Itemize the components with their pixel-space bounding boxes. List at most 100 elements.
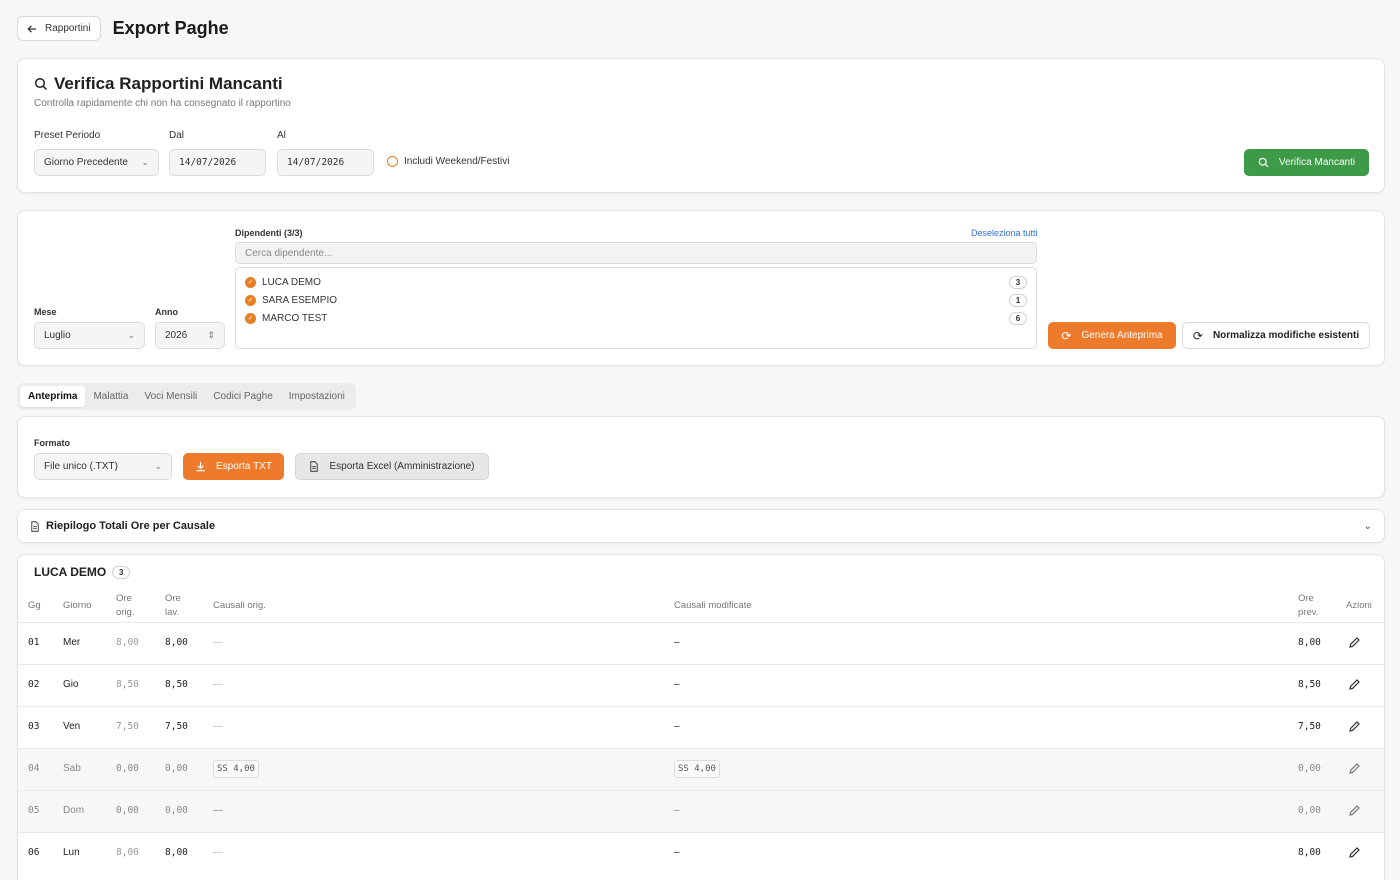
- cell-ore-orig: 8,00: [116, 847, 139, 858]
- cell-ore-lav: 7,50: [165, 721, 188, 732]
- cell-ore-prev: 7,50: [1298, 721, 1321, 732]
- cell-gg: 04: [28, 763, 40, 774]
- top-bar: Rapportini Export Paghe: [17, 16, 229, 41]
- check-icon[interactable]: ✓: [245, 312, 256, 324]
- cell-ore-prev: 0,00: [1298, 763, 1321, 774]
- back-button[interactable]: Rapportini: [17, 16, 101, 41]
- check-icon[interactable]: ✓: [245, 276, 256, 288]
- cell-gg: 03: [28, 721, 40, 732]
- cell-ore-orig: 8,50: [116, 679, 139, 690]
- employee-count-badge: 3: [1009, 275, 1027, 289]
- generate-preview-button[interactable]: ⟳ Genera Anteprima: [1048, 322, 1176, 349]
- weekend-toggle[interactable]: Includi Weekend/Festivi: [387, 156, 509, 167]
- cell-causali-orig: —: [213, 805, 223, 816]
- cell-gg: 01: [28, 637, 40, 648]
- employee-item[interactable]: ✓ MARCO TEST 6: [245, 311, 1027, 325]
- verify-missing-button[interactable]: Verifica Mancanti: [1244, 149, 1369, 176]
- cell-giorno: Gio: [63, 679, 79, 690]
- employee-count-badge: 1: [1009, 293, 1027, 307]
- cell-ore-lav: 0,00: [165, 763, 188, 774]
- cell-causali-mod: –: [674, 847, 680, 858]
- to-date-input[interactable]: 14/07/2026: [277, 149, 374, 176]
- employee-search-input[interactable]: Cerca dipendente...: [235, 242, 1037, 264]
- employee-list: ✓ LUCA DEMO 3 ✓ SARA ESEMPIO 1 ✓ MARCO T…: [235, 267, 1037, 349]
- header-giorno: Giorno: [63, 600, 92, 611]
- year-stepper[interactable]: 2026 ⇕: [155, 322, 225, 349]
- cell-ore-orig: 7,50: [116, 721, 139, 732]
- download-icon: [196, 461, 205, 472]
- cell-causali-orig: —: [213, 847, 223, 858]
- cell-giorno: Ven: [63, 721, 81, 732]
- tab-impostazioni[interactable]: Impostazioni: [281, 386, 353, 407]
- chevron-down-icon[interactable]: ⌄: [1364, 521, 1372, 532]
- weekend-radio[interactable]: [387, 156, 398, 167]
- causale-tag: SS 4,00: [213, 760, 259, 778]
- pencil-icon[interactable]: [1348, 636, 1361, 649]
- verify-title: Verifica Rapportini Mancanti: [34, 74, 283, 94]
- deselect-all-link[interactable]: Deseleziona tutti: [971, 228, 1038, 238]
- header-causali-orig: Causali orig.: [213, 600, 266, 611]
- preset-select[interactable]: Giorno Precedente ⌄: [34, 149, 159, 176]
- selection-card: Mese Luglio ⌄ Anno 2026 ⇕ Dipendenti (3/…: [17, 210, 1385, 366]
- tab-anteprima[interactable]: Anteprima: [20, 386, 86, 407]
- from-label: Dal: [169, 130, 185, 141]
- tab-voci-mensili[interactable]: Voci Mensili: [136, 386, 205, 407]
- employee-table-card: LUCA DEMO 3 Gg Giorno Ore orig. Ore lav. C…: [17, 554, 1385, 880]
- month-label: Mese: [34, 307, 57, 317]
- cell-ore-lav: 8,00: [165, 847, 188, 858]
- cell-causali-mod: –: [674, 637, 680, 648]
- cell-causali-mod: –: [674, 679, 680, 690]
- causale-tag: SS 4,00: [674, 760, 720, 778]
- cell-ore-orig: 8,00: [116, 637, 139, 648]
- employee-count-badge: 6: [1009, 311, 1027, 325]
- cell-causali-mod: –: [674, 721, 680, 732]
- check-icon[interactable]: ✓: [245, 294, 256, 306]
- pencil-icon[interactable]: [1348, 762, 1361, 775]
- summary-toggle[interactable]: Riepilogo Totali Ore per Causale ⌄: [17, 509, 1385, 543]
- cell-causali-orig: —: [213, 679, 223, 690]
- pencil-icon[interactable]: [1348, 678, 1361, 691]
- month-select[interactable]: Luglio ⌄: [34, 322, 145, 349]
- format-label: Formato: [34, 438, 70, 448]
- pencil-icon[interactable]: [1348, 804, 1361, 817]
- header-causali-mod: Causali modificate: [674, 600, 752, 611]
- format-select[interactable]: File unico (.TXT) ⌄: [34, 453, 172, 480]
- cell-giorno: Sab: [63, 763, 81, 774]
- employee-item[interactable]: ✓ SARA ESEMPIO 1: [245, 293, 1027, 307]
- document-icon: [31, 520, 39, 532]
- preset-label: Preset Periodo: [34, 130, 101, 141]
- export-txt-button[interactable]: Esporta TXT: [183, 453, 284, 480]
- cell-ore-lav: 8,00: [165, 637, 188, 648]
- pencil-icon[interactable]: [1348, 720, 1361, 733]
- export-card: Formato File unico (.TXT) ⌄ Esporta TXT …: [17, 416, 1385, 498]
- tab-malattia[interactable]: Malattia: [85, 386, 136, 407]
- cell-giorno: Mer: [63, 637, 81, 648]
- export-excel-button[interactable]: Esporta Excel (Amministrazione): [295, 453, 489, 480]
- normalize-button[interactable]: ⟳ Normalizza modifiche esistenti: [1182, 322, 1370, 349]
- cell-gg: 02: [28, 679, 40, 690]
- summary-title: Riepilogo Totali Ore per Causale: [46, 520, 216, 532]
- header-azioni: Azioni: [1346, 600, 1372, 611]
- table-row: 02 Gio 8,50 8,50 — – 8,50: [18, 664, 1384, 706]
- pencil-icon[interactable]: [1348, 846, 1361, 859]
- verify-subtitle: Controlla rapidamente chi non ha consegn…: [34, 98, 291, 109]
- employee-name: LUCA DEMO: [34, 565, 107, 579]
- refresh-icon: ⟳: [1061, 328, 1072, 343]
- header-ore-lav: Ore lav.: [165, 593, 181, 618]
- employee-item[interactable]: ✓ LUCA DEMO 3: [245, 275, 1027, 289]
- chevron-down-icon: ⌄: [154, 461, 162, 471]
- cell-giorno: Dom: [63, 805, 85, 816]
- cell-ore-prev: 8,00: [1298, 847, 1321, 858]
- cell-ore-prev: 8,50: [1298, 679, 1321, 690]
- cell-ore-orig: 0,00: [116, 763, 139, 774]
- tab-codici-paghe[interactable]: Codici Paghe: [205, 386, 280, 407]
- from-date-input[interactable]: 14/07/2026: [169, 149, 266, 176]
- employee-count-badge: 3: [112, 565, 131, 579]
- up-down-icon: ⇕: [207, 330, 215, 340]
- cell-ore-prev: 8,00: [1298, 637, 1321, 648]
- tab-bar: Anteprima Malattia Voci Mensili Codici P…: [17, 383, 356, 410]
- employee-header: LUCA DEMO 3: [34, 565, 131, 579]
- search-icon: [34, 77, 48, 91]
- cell-gg: 05: [28, 805, 40, 816]
- header-ore-prev: Ore prev.: [1298, 593, 1319, 618]
